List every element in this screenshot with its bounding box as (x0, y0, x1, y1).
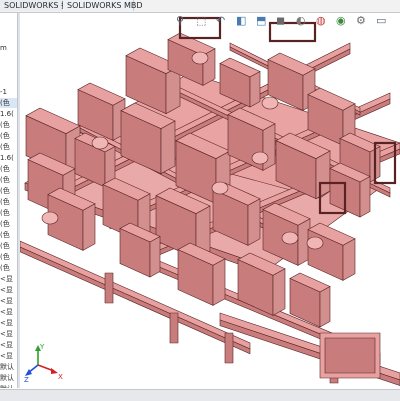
tree-item[interactable]: m (0, 43, 17, 53)
tree-item[interactable]: (色 (0, 175, 17, 185)
cylinder-part (251, 151, 269, 165)
tree-item[interactable]: (色 (0, 263, 17, 273)
view-orientation-icon[interactable]: ⬒ (256, 15, 268, 27)
search-icon[interactable]: ⚲ (176, 15, 188, 27)
cylinder-part (306, 236, 324, 250)
tree-item[interactable]: <显 (0, 340, 17, 350)
edit-appearance-icon[interactable]: ◍ (316, 15, 328, 27)
tree-item[interactable]: <显 (0, 329, 17, 339)
frame-leg (169, 312, 179, 344)
tree-item[interactable]: (色 (0, 98, 17, 108)
tree-item[interactable]: -1 (0, 87, 17, 97)
tree-item[interactable]: (色 (0, 197, 17, 207)
hide-show-icon[interactable]: ◐ (296, 15, 308, 27)
station-block (319, 285, 331, 328)
section-view-icon[interactable]: ◧ (236, 15, 248, 27)
cylinder-part (281, 231, 299, 245)
command-tab-strip: SOLIDWORKS 插件 SOLIDWORKS MBD (0, 0, 400, 13)
station-block (249, 70, 261, 108)
tree-item[interactable]: (色 (0, 131, 17, 141)
station-block (149, 235, 161, 278)
triad-x-label: X (58, 373, 63, 381)
assembly-model[interactable] (20, 13, 400, 388)
tree-item[interactable] (0, 65, 17, 75)
tree-item[interactable]: 默认 (0, 384, 17, 388)
base-panel (324, 337, 376, 374)
cylinder-part (211, 181, 229, 195)
cylinder-part (91, 136, 109, 150)
orientation-triad: X Y Z (24, 343, 63, 383)
tree-item[interactable]: (色 (0, 186, 17, 196)
tree-item[interactable]: (色 (0, 208, 17, 218)
heads-up-view-toolbar: ⚲ ⬚ ↶ ◧ ⬒ ◼ ◐ ◍ ◉ ⚙ ▭ (176, 14, 400, 30)
station-block (315, 150, 331, 200)
frame-leg (104, 272, 114, 304)
tab-solidworks-addins[interactable]: SOLIDWORKS 插件 (0, 0, 77, 11)
tree-item[interactable] (0, 54, 17, 64)
view-settings-icon[interactable]: ⚙ (356, 15, 368, 27)
triad-z-label: Z (24, 376, 29, 383)
station-block (342, 238, 356, 281)
tree-item[interactable]: (色 (0, 219, 17, 229)
graphics-viewport[interactable]: X Y Z (20, 13, 400, 388)
triad-y-label: Y (39, 343, 45, 351)
station-block (160, 120, 176, 175)
cylinder-part (191, 51, 209, 65)
tree-item[interactable]: (色 (0, 230, 17, 240)
station-block (247, 198, 261, 246)
tree-item[interactable]: <显 (0, 274, 17, 284)
tree-item[interactable]: 1.6( (0, 109, 17, 119)
tab-solidworks-mbd[interactable]: SOLIDWORKS MBD (63, 0, 143, 11)
cylinder-part (41, 211, 59, 225)
tree-item[interactable]: <显 (0, 285, 17, 295)
station-block (212, 258, 226, 306)
feature-manager-tree[interactable]: m -1 (色 1.6((色 (色 (色 1.6((色 (色 (色 (色 (色 (色 (色 (色 (色 (色 <… (0, 13, 18, 388)
frame-leg (224, 332, 234, 364)
station-block (82, 203, 96, 251)
cylinder-part (261, 96, 279, 110)
triad-x-arrow (51, 368, 58, 374)
tree-item[interactable]: <显 (0, 351, 17, 361)
module-stations (25, 16, 397, 328)
tree-item[interactable]: 默认 (0, 373, 17, 383)
status-bar (0, 389, 400, 401)
scene-icon[interactable]: ◉ (336, 15, 348, 27)
station-block (359, 175, 371, 218)
monitor-icon[interactable]: ▭ (376, 15, 388, 27)
zoom-area-icon[interactable]: ⬚ (196, 15, 208, 27)
tree-item[interactable]: (色 (0, 120, 17, 130)
station-block (272, 268, 286, 316)
display-style-icon[interactable]: ◼ (276, 15, 288, 27)
tree-item[interactable]: (色 (0, 252, 17, 262)
tree-item[interactable]: (色 (0, 241, 17, 251)
tree-item[interactable]: 1.6( (0, 153, 17, 163)
station-block (262, 123, 276, 171)
tree-item[interactable]: (色 (0, 164, 17, 174)
previous-view-icon[interactable]: ↶ (216, 15, 228, 27)
tree-item[interactable]: (色 (0, 142, 17, 152)
tree-item[interactable]: <显 (0, 307, 17, 317)
tree-item[interactable]: <显 (0, 296, 17, 306)
tree-item[interactable] (0, 76, 17, 86)
tree-item[interactable]: <显 (0, 318, 17, 328)
tree-item[interactable]: 默认 (0, 362, 17, 372)
